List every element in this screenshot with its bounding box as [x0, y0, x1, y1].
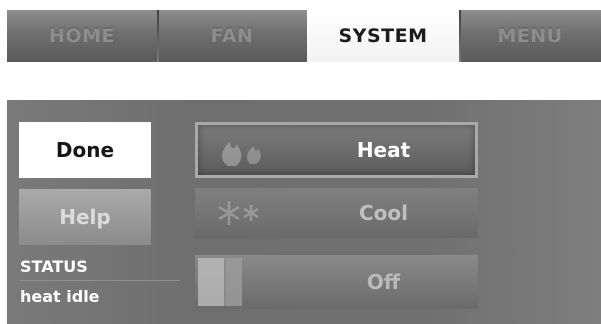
tab-system[interactable]: SYSTEM: [307, 10, 459, 62]
power-switch-icon: [198, 258, 242, 306]
status-title: STATUS: [20, 257, 180, 281]
flame-icon: [222, 142, 261, 166]
cool-mode-button[interactable]: Cool: [195, 188, 478, 238]
done-button[interactable]: Done: [19, 122, 151, 178]
help-button[interactable]: Help: [19, 189, 151, 245]
status-value: heat idle: [20, 287, 100, 306]
tab-home[interactable]: HOME: [7, 10, 157, 62]
snowflake-icon: [218, 201, 259, 225]
status-area: STATUS heat idle: [20, 257, 180, 306]
tab-bar: HOME FAN SYSTEM MENU: [7, 10, 601, 62]
tab-fan[interactable]: FAN: [157, 10, 307, 62]
off-mode-button[interactable]: Off: [195, 255, 478, 309]
heat-mode-button[interactable]: Heat: [195, 122, 478, 178]
cool-mode-label: Cool: [358, 201, 408, 225]
heat-mode-label: Heat: [356, 138, 411, 162]
tab-menu[interactable]: MENU: [459, 10, 601, 62]
off-mode-label: Off: [366, 270, 401, 294]
system-panel: Done Help STATUS heat idle Heat Cool Off: [7, 100, 601, 324]
